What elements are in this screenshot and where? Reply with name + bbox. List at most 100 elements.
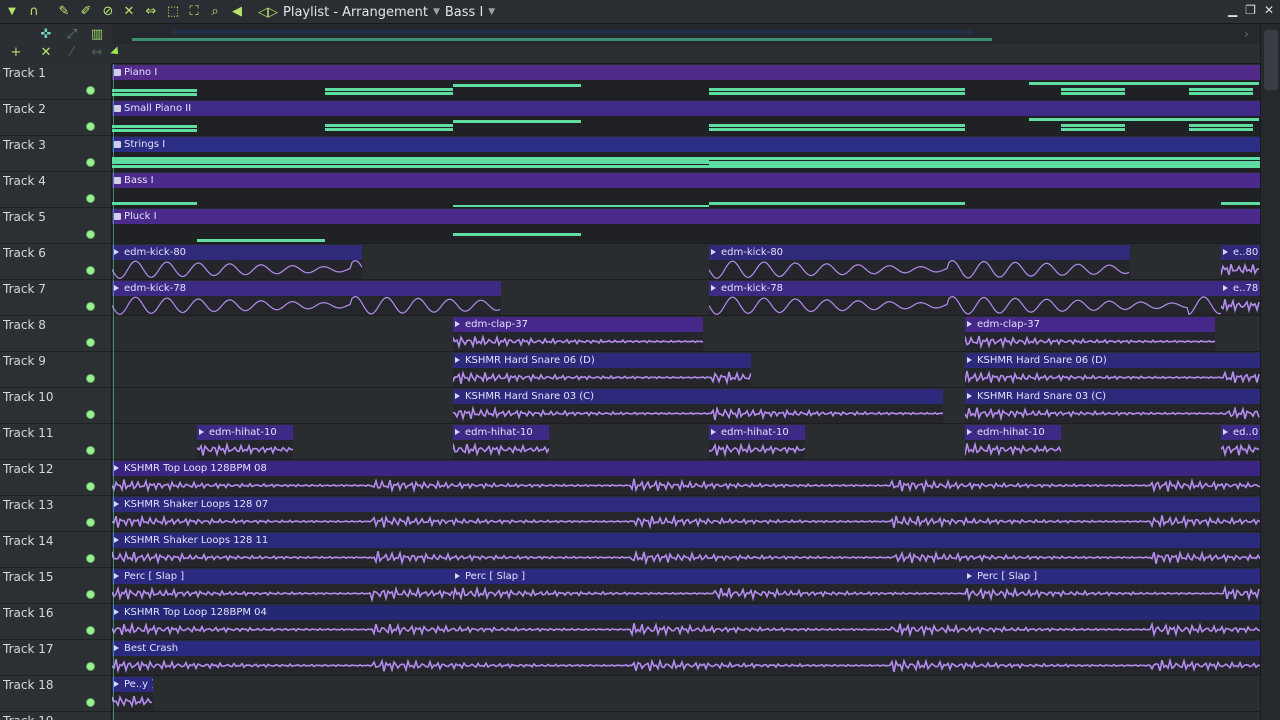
pattern-clip[interactable]: Pluck I xyxy=(112,209,1260,243)
track-enable-led[interactable] xyxy=(86,86,95,95)
track-header[interactable]: Track 13 xyxy=(0,496,112,532)
audio-clip[interactable]: e..80 xyxy=(1221,245,1260,279)
track-enable-led[interactable] xyxy=(86,266,95,275)
pattern-clip[interactable]: Piano I xyxy=(112,65,1260,99)
track-enable-led[interactable] xyxy=(86,158,95,167)
track-lane[interactable]: edm-hihat-10 edm-hihat-10 edm-hihat-10 edm-… xyxy=(112,424,1260,460)
audio-clip[interactable]: edm-hihat-10 xyxy=(965,425,1061,459)
audio-clip[interactable]: e..78 xyxy=(1221,281,1260,315)
track-header[interactable]: Track 4 xyxy=(0,172,112,208)
audio-clip[interactable]: Best Crash xyxy=(112,641,1260,675)
snap-icon[interactable]: ✜ xyxy=(38,28,54,42)
track-lane[interactable]: KSHMR Top Loop 128BPM 08 xyxy=(112,460,1260,496)
track-header[interactable]: Track 8 xyxy=(0,316,112,352)
line-icon[interactable]: ⁄ xyxy=(64,46,80,60)
track-header[interactable]: Track 17 xyxy=(0,640,112,676)
audio-clip[interactable]: edm-clap-37 xyxy=(453,317,703,351)
audio-clip[interactable]: edm-kick-78 xyxy=(709,281,1260,315)
track-enable-led[interactable] xyxy=(86,662,95,671)
track-lane[interactable]: KSHMR Top Loop 128BPM 04 xyxy=(112,604,1260,640)
remove-icon[interactable]: ✕ xyxy=(38,46,54,60)
track-lane[interactable] xyxy=(112,712,1260,720)
track-enable-led[interactable] xyxy=(86,338,95,347)
timeline-ruler[interactable] xyxy=(110,44,1260,64)
audio-clip[interactable]: Perc [ Slap ] xyxy=(453,569,965,603)
track-header[interactable]: Track 11 xyxy=(0,424,112,460)
audio-clip[interactable]: edm-clap-37 xyxy=(965,317,1215,351)
pattern-selector[interactable]: Bass I xyxy=(445,5,483,20)
track-header[interactable]: Track 18 xyxy=(0,676,112,712)
track-enable-led[interactable] xyxy=(86,446,95,455)
track-enable-led[interactable] xyxy=(86,554,95,563)
audio-clip[interactable]: Perc [ Slap ] xyxy=(965,569,1260,603)
scrollbar-thumb[interactable] xyxy=(1264,30,1278,90)
select-icon[interactable]: ⬚ xyxy=(165,4,181,20)
track-header[interactable]: Track 5 xyxy=(0,208,112,244)
window-title[interactable]: ◁▷ Playlist - Arrangement ▼ Bass I ▼ xyxy=(258,3,495,21)
track-lane[interactable]: Small Piano II xyxy=(112,100,1260,136)
track-lane[interactable]: edm-kick-80 edm-kick-80 e..80 xyxy=(112,244,1260,280)
slip-icon[interactable]: ⇔ xyxy=(143,4,159,20)
track-lane[interactable]: Strings I xyxy=(112,136,1260,172)
track-enable-led[interactable] xyxy=(86,626,95,635)
track-header[interactable]: Track 14 xyxy=(0,532,112,568)
playhead[interactable] xyxy=(113,64,114,720)
audio-clip[interactable]: KSHMR Shaker Loops 128 11 xyxy=(112,533,1260,567)
track-header[interactable]: Track 2 xyxy=(0,100,112,136)
audio-clip[interactable]: KSHMR Hard Snare 03 (C) xyxy=(965,389,1260,423)
vertical-scrollbar[interactable] xyxy=(1260,24,1280,720)
arrangement-overview[interactable] xyxy=(112,24,1260,44)
delete-icon[interactable]: ⊘ xyxy=(100,4,116,20)
track-header[interactable]: Track 16 xyxy=(0,604,112,640)
menu-arrow-icon[interactable]: ▼ xyxy=(4,4,20,20)
track-lane[interactable]: KSHMR Hard Snare 03 (C) KSHMR Hard Snare … xyxy=(112,388,1260,424)
audio-clip[interactable]: ed..0 xyxy=(1221,425,1260,459)
pattern-clip[interactable]: Small Piano II xyxy=(112,101,1260,135)
track-enable-led[interactable] xyxy=(86,302,95,311)
track-header[interactable]: Track 15 xyxy=(0,568,112,604)
track-header[interactable]: Track 12 xyxy=(0,460,112,496)
zoom-icon[interactable]: ⌕ xyxy=(207,4,223,20)
picker-icon[interactable]: ▥ xyxy=(89,28,105,42)
audio-clip[interactable]: edm-kick-80 xyxy=(112,245,362,279)
pattern-dropdown-icon[interactable]: ▼ xyxy=(488,7,495,17)
zoom-fit-icon[interactable]: ⛶ xyxy=(186,4,202,20)
track-header[interactable]: Track 9 xyxy=(0,352,112,388)
audio-clip[interactable]: KSHMR Hard Snare 03 (C) xyxy=(453,389,943,423)
overview-scroll[interactable] xyxy=(132,38,992,41)
track-enable-led[interactable] xyxy=(86,230,95,239)
track-lanes[interactable]: Piano I Small Piano II Strings I Bass I Pluc… xyxy=(112,64,1260,720)
audio-clip[interactable]: edm-hihat-10 xyxy=(197,425,293,459)
track-header[interactable]: Track 3 xyxy=(0,136,112,172)
audio-clip[interactable]: edm-hihat-10 xyxy=(453,425,549,459)
title-dropdown-icon[interactable]: ▼ xyxy=(433,7,440,17)
track-lane[interactable]: Bass I xyxy=(112,172,1260,208)
track-lane[interactable]: edm-kick-78 edm-kick-78 e..78 xyxy=(112,280,1260,316)
audio-clip[interactable]: KSHMR Top Loop 128BPM 04 xyxy=(112,605,1260,639)
audio-clip[interactable]: KSHMR Shaker Loops 128 07 xyxy=(112,497,1260,531)
paint-brush-icon[interactable]: ✐ xyxy=(78,4,94,20)
track-enable-led[interactable] xyxy=(86,482,95,491)
audio-clip[interactable]: KSHMR Hard Snare 06 (D) xyxy=(453,353,751,387)
track-lane[interactable]: Perc [ Slap ] Perc [ Slap ] Perc [ Slap ] xyxy=(112,568,1260,604)
track-enable-led[interactable] xyxy=(86,590,95,599)
close-icon[interactable]: ✕ xyxy=(1264,3,1274,17)
track-lane[interactable]: KSHMR Hard Snare 06 (D) KSHMR Hard Snare … xyxy=(112,352,1260,388)
track-lane[interactable]: Best Crash xyxy=(112,640,1260,676)
audio-clip[interactable]: edm-hihat-10 xyxy=(709,425,805,459)
maximize-icon[interactable]: ❐ xyxy=(1245,3,1256,17)
minimize-icon[interactable]: ▁ xyxy=(1228,3,1237,17)
audio-clip[interactable]: edm-kick-78 xyxy=(112,281,501,315)
playback-icon[interactable]: ◀ xyxy=(229,4,245,20)
link-icon[interactable]: ⤢ xyxy=(64,28,80,42)
track-header[interactable]: Track 7 xyxy=(0,280,112,316)
mute-icon[interactable]: ✕ xyxy=(121,4,137,20)
track-lane[interactable]: edm-clap-37 edm-clap-37 xyxy=(112,316,1260,352)
audio-clip[interactable]: KSHMR Hard Snare 06 (D) xyxy=(965,353,1260,387)
arrows-icon[interactable]: ↔ xyxy=(89,46,105,60)
track-lane[interactable]: Pe..y ] xyxy=(112,676,1260,712)
track-enable-led[interactable] xyxy=(86,194,95,203)
track-enable-led[interactable] xyxy=(86,518,95,527)
song-start-marker-icon[interactable] xyxy=(110,46,122,58)
track-enable-led[interactable] xyxy=(86,698,95,707)
